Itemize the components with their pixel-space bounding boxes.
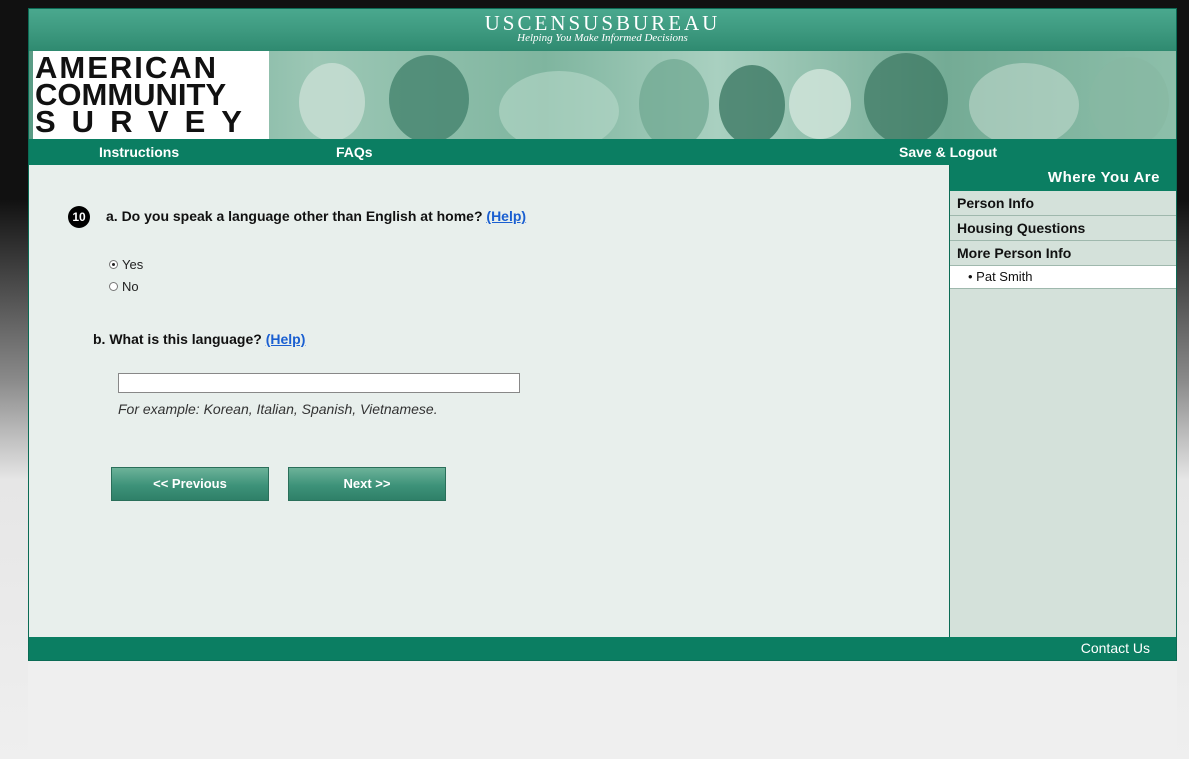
radio-no-option[interactable]: No xyxy=(109,279,139,294)
radio-yes-option[interactable]: Yes xyxy=(109,257,143,272)
page-shadow-right xyxy=(1177,0,1189,759)
banner-photo-person xyxy=(639,59,709,139)
question-panel: 10 a. Do you speak a language other than… xyxy=(29,165,949,637)
language-input[interactable] xyxy=(118,373,520,393)
window-top-border xyxy=(0,0,1189,8)
banner-photo-person xyxy=(719,65,785,139)
question-a-text: a. Do you speak a language other than En… xyxy=(106,208,526,224)
top-nav: Instructions FAQs Save & Logout xyxy=(29,139,1176,165)
question-a-label: a. Do you speak a language other than En… xyxy=(106,208,483,224)
contact-us-link[interactable]: Contact Us xyxy=(1081,640,1150,656)
nav-faqs-link[interactable]: FAQs xyxy=(336,144,373,160)
banner-photo-person xyxy=(299,63,365,139)
banner-photo-person xyxy=(789,69,851,139)
nav-instructions-link[interactable]: Instructions xyxy=(99,144,179,160)
sidebar-subitem-pat-smith[interactable]: • Pat Smith xyxy=(950,266,1176,289)
radio-yes-label: Yes xyxy=(122,257,144,272)
help-link-b[interactable]: (Help) xyxy=(266,331,306,347)
radio-yes[interactable] xyxy=(109,260,118,269)
question-b-label: b. What is this language? xyxy=(93,331,262,347)
banner-photo-person xyxy=(499,71,619,139)
language-example-hint: For example: Korean, Italian, Spanish, V… xyxy=(118,401,438,417)
next-button[interactable]: Next >> xyxy=(288,467,446,501)
banner-photo-person xyxy=(969,63,1079,139)
census-header: USCENSUSBUREAU Helping You Make Informed… xyxy=(29,9,1176,51)
survey-frame: USCENSUSBUREAU Helping You Make Informed… xyxy=(28,8,1177,661)
logo-line-survey: SURVEY xyxy=(35,104,258,139)
radio-no[interactable] xyxy=(109,282,118,291)
sidebar-title: Where You Are xyxy=(950,165,1176,191)
banner-photo-person xyxy=(389,55,469,139)
previous-button[interactable]: << Previous xyxy=(111,467,269,501)
banner-photo-person xyxy=(864,53,948,139)
sidebar-item-person-info[interactable]: Person Info xyxy=(950,191,1176,216)
acs-logo: AMERICAN COMMUNITY SURVEY xyxy=(33,51,269,139)
banner-photo-person xyxy=(1089,57,1169,139)
question-b-text: b. What is this language? (Help) xyxy=(93,331,305,347)
census-tagline: Helping You Make Informed Decisions xyxy=(517,32,688,44)
sidebar-item-housing-questions[interactable]: Housing Questions xyxy=(950,216,1176,241)
help-link-a[interactable]: (Help) xyxy=(486,208,526,224)
census-title: USCENSUSBUREAU xyxy=(484,11,721,35)
page-shadow-left xyxy=(0,0,28,759)
sidebar-item-more-person-info[interactable]: More Person Info xyxy=(950,241,1176,266)
save-logout-link[interactable]: Save & Logout xyxy=(899,144,997,160)
footer-bar: Contact Us xyxy=(29,637,1176,660)
banner-photo: AMERICAN COMMUNITY SURVEY xyxy=(29,51,1176,139)
radio-no-label: No xyxy=(122,279,139,294)
where-you-are-sidebar: Where You Are Person Info Housing Questi… xyxy=(949,165,1176,637)
question-number-badge: 10 xyxy=(68,206,90,228)
